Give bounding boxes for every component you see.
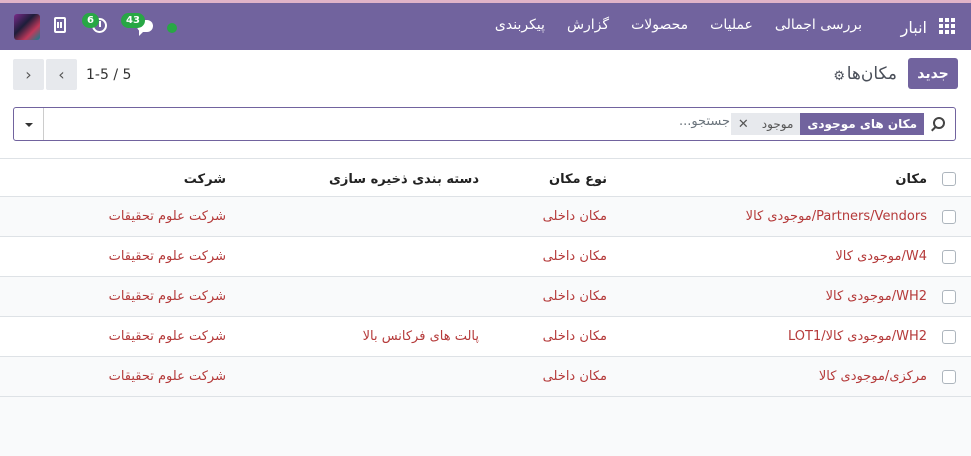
apps-grid-icon[interactable] bbox=[937, 18, 955, 36]
select-all-checkbox[interactable] bbox=[942, 172, 956, 186]
search-options-toggle[interactable] bbox=[14, 108, 44, 140]
table-row[interactable]: مرکزی/موجودی کالا مکان داخلی شرکت علوم ت… bbox=[0, 357, 971, 397]
table-row[interactable]: Partners/Vendors/موجودی کالا مکان داخلی … bbox=[0, 197, 971, 237]
company-cell[interactable]: شرکت علوم تحقیقات bbox=[109, 209, 226, 224]
menu-configuration[interactable]: پیکربندی bbox=[484, 17, 556, 33]
menu-operations[interactable]: عملیات bbox=[699, 17, 764, 33]
main-menu: بررسی اجمالی عملیات محصولات گزارش پیکربن… bbox=[484, 17, 873, 33]
locations-table: مکان نوع مکان دسته بندی ذخیره سازی شرکت … bbox=[0, 158, 971, 397]
control-panel: جدید مکان‌ها ⚙ 1-5 / 5 › ‹ مکان های موجو… bbox=[0, 50, 971, 158]
user-avatar[interactable] bbox=[14, 14, 40, 40]
menu-overview[interactable]: بررسی اجمالی bbox=[764, 17, 873, 33]
location-type-cell[interactable]: مکان داخلی bbox=[543, 209, 607, 224]
table-row[interactable]: W4/موجودی کالا مکان داخلی شرکت علوم تحقی… bbox=[0, 237, 971, 277]
company-cell[interactable]: شرکت علوم تحقیقات bbox=[109, 369, 226, 384]
location-type-cell[interactable]: مکان داخلی bbox=[543, 369, 607, 384]
gear-icon[interactable]: ⚙ bbox=[833, 69, 845, 84]
phone-icon[interactable] bbox=[54, 17, 66, 33]
row-checkbox[interactable] bbox=[942, 250, 956, 264]
row-checkbox[interactable] bbox=[942, 370, 956, 384]
pager-previous-button[interactable]: ‹ bbox=[13, 59, 44, 90]
header-location[interactable]: مکان bbox=[895, 172, 927, 187]
search-facet: مکان های موجودی موجود ✕ bbox=[730, 113, 924, 135]
facet-value: موجود bbox=[754, 113, 801, 135]
search-input[interactable] bbox=[430, 114, 730, 129]
menu-products[interactable]: محصولات bbox=[620, 17, 699, 33]
row-checkbox[interactable] bbox=[942, 210, 956, 224]
activity-count-badge: 6 bbox=[82, 13, 99, 28]
pager-range[interactable]: 1-5 bbox=[86, 67, 109, 83]
systray: 6 43 bbox=[0, 3, 200, 50]
pager-next-button[interactable]: › bbox=[46, 59, 77, 90]
table-row[interactable]: WH2/موجودی کالا/LOT1 مکان داخلی پالت های… bbox=[0, 317, 971, 357]
table-row[interactable]: WH2/موجودی کالا مکان داخلی شرکت علوم تحق… bbox=[0, 277, 971, 317]
search-bar: مکان های موجودی موجود ✕ bbox=[13, 107, 956, 141]
search-icon[interactable] bbox=[933, 117, 945, 129]
company-cell[interactable]: شرکت علوم تحقیقات bbox=[109, 329, 226, 344]
location-type-cell[interactable]: مکان داخلی bbox=[543, 249, 607, 264]
message-count-badge: 43 bbox=[121, 13, 145, 28]
page-title[interactable]: مکان‌ها bbox=[847, 64, 897, 84]
table-header: مکان نوع مکان دسته بندی ذخیره سازی شرکت bbox=[0, 158, 971, 197]
location-type-cell[interactable]: مکان داخلی bbox=[543, 289, 607, 304]
chevron-left-icon: ‹ bbox=[25, 65, 32, 84]
menu-reporting[interactable]: گزارش bbox=[556, 17, 620, 33]
chevron-right-icon: › bbox=[58, 65, 65, 84]
location-cell[interactable]: مرکزی/موجودی کالا bbox=[819, 369, 927, 384]
location-type-cell[interactable]: مکان داخلی bbox=[543, 329, 607, 344]
location-cell[interactable]: W4/موجودی کالا bbox=[835, 249, 927, 264]
storage-category-cell[interactable]: پالت های فرکانس بالا bbox=[363, 329, 479, 344]
table-body: Partners/Vendors/موجودی کالا مکان داخلی … bbox=[0, 197, 971, 397]
company-cell[interactable]: شرکت علوم تحقیقات bbox=[109, 249, 226, 264]
company-cell[interactable]: شرکت علوم تحقیقات bbox=[109, 289, 226, 304]
pager-separator: / bbox=[113, 67, 119, 83]
location-cell[interactable]: WH2/موجودی کالا bbox=[826, 289, 927, 304]
row-checkbox[interactable] bbox=[942, 330, 956, 344]
location-cell[interactable]: WH2/موجودی کالا/LOT1 bbox=[788, 329, 927, 344]
location-cell[interactable]: Partners/Vendors/موجودی کالا bbox=[746, 209, 927, 224]
row-checkbox[interactable] bbox=[942, 290, 956, 304]
pager-total: 5 bbox=[122, 67, 132, 83]
online-status-dot bbox=[167, 23, 177, 33]
top-navbar: انبار بررسی اجمالی عملیات محصولات گزارش … bbox=[0, 0, 971, 50]
new-button[interactable]: جدید bbox=[908, 58, 958, 89]
header-storage-category[interactable]: دسته بندی ذخیره سازی bbox=[329, 172, 479, 187]
pager-value[interactable]: 1-5 / 5 bbox=[86, 67, 131, 83]
app-brand[interactable]: انبار bbox=[901, 18, 927, 37]
header-location-type[interactable]: نوع مکان bbox=[549, 172, 607, 187]
facet-remove-icon[interactable]: ✕ bbox=[730, 113, 755, 135]
facet-label: مکان های موجودی bbox=[800, 113, 924, 135]
header-company[interactable]: شرکت bbox=[184, 172, 226, 187]
